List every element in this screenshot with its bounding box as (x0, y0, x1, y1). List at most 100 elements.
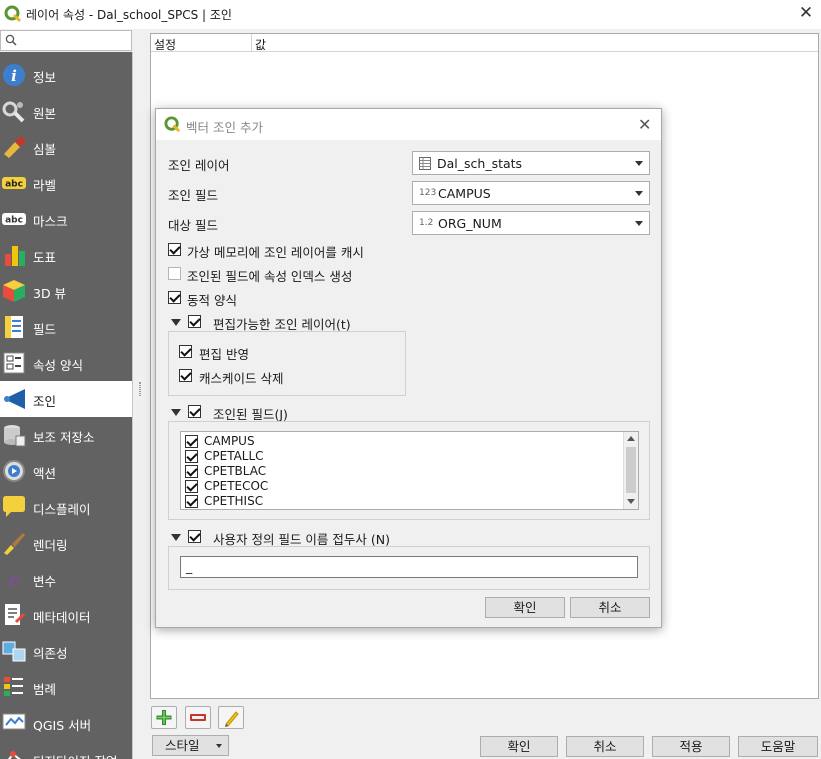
joins-icon (4, 389, 25, 409)
collapse-triangle-icon[interactable] (171, 534, 181, 541)
column-header-setting[interactable]: 설정 (154, 36, 176, 53)
chevron-down-icon (635, 191, 643, 196)
ok-button[interactable]: 확인 (480, 736, 558, 757)
target-field-combobox[interactable]: 1.2 ORG_NUM (412, 211, 650, 235)
dialog-title-bar: 벡터 조인 추가 ✕ (156, 109, 661, 140)
collapse-triangle-icon[interactable] (171, 319, 181, 326)
dialog-title: 벡터 조인 추가 (186, 120, 263, 135)
edit-join-button[interactable] (218, 706, 244, 729)
legend-icon (4, 677, 23, 696)
apply-button[interactable]: 적용 (652, 736, 730, 757)
field-prefix-input[interactable]: _ (180, 556, 638, 578)
cache-join-layer-checkbox[interactable] (168, 243, 181, 256)
sidebar-item-dependencies[interactable]: 의존성 (0, 633, 132, 669)
sidebar-search-input[interactable] (0, 30, 132, 51)
splitter-grip (139, 382, 141, 396)
auxiliary-storage-icon (4, 425, 26, 447)
dialog-close-button[interactable]: ✕ (638, 115, 651, 134)
dialog-cancel-button[interactable]: 취소 (570, 597, 650, 618)
sidebar-item-3d-view[interactable]: 3D 뷰 (0, 273, 132, 309)
cancel-button[interactable]: 취소 (566, 736, 644, 757)
qgis-logo-icon (4, 5, 22, 23)
joined-fields-list[interactable]: CAMPUS CPETALLC CPETBLAC CPETECOC CPETHI… (180, 431, 639, 510)
scroll-up-icon[interactable] (627, 436, 635, 441)
cascade-delete-checkbox[interactable] (179, 369, 192, 382)
dependencies-icon (2, 641, 26, 662)
sidebar-item-digitizing[interactable]: 디지타이징 작업 (0, 741, 132, 759)
sidebar-splitter[interactable] (132, 52, 149, 759)
field-checkbox[interactable] (185, 495, 198, 508)
sidebar-item-fields[interactable]: 필드 (0, 309, 132, 345)
dynamic-form-label: 동적 양식 (187, 293, 237, 308)
create-index-label: 조인된 필드에 속성 인덱스 생성 (187, 269, 353, 284)
scrollbar-thumb[interactable] (626, 447, 636, 493)
attributes-form-icon (3, 352, 25, 374)
sidebar-item-joins[interactable]: 조인 (0, 381, 132, 417)
sidebar-item-mask[interactable]: abc 마스크 (0, 201, 132, 237)
search-icon (5, 34, 17, 46)
info-icon: i (3, 64, 25, 86)
add-vector-join-dialog: 벡터 조인 추가 ✕ 조인 레이어 Dal_sch_stats 조인 필드 12… (155, 108, 662, 628)
upsert-on-edit-checkbox[interactable] (179, 345, 192, 358)
sidebar: i 정보 원본 심볼 abc 라벨 abc 마스크 도표 3D 뷰 필드 속성 … (0, 52, 132, 759)
diagram-icon (5, 246, 25, 266)
symbology-icon (4, 136, 26, 158)
metadata-icon (5, 604, 26, 625)
qgis-logo-icon (164, 116, 181, 133)
field-checkbox[interactable] (185, 480, 198, 493)
sidebar-item-source[interactable]: 원본 (0, 93, 132, 129)
sidebar-item-diagrams[interactable]: 도표 (0, 237, 132, 273)
decimal-type-icon: 1.2 (419, 218, 434, 228)
chevron-down-icon (216, 744, 222, 748)
list-scrollbar[interactable] (623, 432, 638, 509)
add-join-button[interactable] (151, 706, 177, 729)
style-dropdown-button[interactable]: 스타일 (152, 735, 229, 756)
sidebar-item-qgis-server[interactable]: QGIS 서버 (0, 705, 132, 741)
dynamic-form-checkbox[interactable] (168, 291, 181, 304)
remove-join-button[interactable] (185, 706, 211, 729)
field-checkbox[interactable] (185, 450, 198, 463)
sidebar-item-actions[interactable]: 액션 (0, 453, 132, 489)
labels-icon: abc (2, 177, 26, 190)
editable-options-group: 편집 반영 캐스케이드 삭제 (168, 331, 406, 396)
sidebar-item-display[interactable]: 디스플레이 (0, 489, 132, 525)
join-layer-combobox[interactable]: Dal_sch_stats (412, 151, 650, 175)
join-field-label: 조인 필드 (168, 188, 218, 203)
window-close-button[interactable]: ✕ (796, 3, 816, 23)
pencil-icon (225, 711, 239, 727)
integer-type-icon: 123 (419, 188, 437, 198)
display-icon (3, 496, 25, 517)
joined-fields-checkbox[interactable] (188, 405, 201, 418)
sidebar-item-legend[interactable]: 범례 (0, 669, 132, 705)
table-layer-icon (419, 157, 431, 170)
qgis-server-icon (2, 713, 26, 730)
sidebar-item-variables[interactable]: ε 변수 (0, 561, 132, 597)
sidebar-item-metadata[interactable]: 메타데이터 (0, 597, 132, 633)
editable-join-layer-checkbox[interactable] (188, 315, 201, 328)
field-checkbox[interactable] (185, 435, 198, 448)
sidebar-item-information[interactable]: i 정보 (0, 57, 132, 93)
column-header-value[interactable]: 값 (255, 36, 266, 53)
sidebar-item-auxiliary-storage[interactable]: 보조 저장소 (0, 417, 132, 453)
join-field-combobox[interactable]: 123 CAMPUS (412, 181, 650, 205)
window-title-bar: 레이어 속성 - Dal_school_SPCS | 조인 ✕ (0, 0, 821, 29)
chevron-down-icon (635, 161, 643, 166)
join-layer-value: Dal_sch_stats (437, 156, 523, 171)
custom-prefix-checkbox[interactable] (188, 530, 201, 543)
svg-text:ε: ε (9, 567, 20, 591)
3d-view-icon (3, 280, 25, 302)
window-title: 레이어 속성 - Dal_school_SPCS | 조인 (26, 8, 232, 22)
sidebar-item-attributes-form[interactable]: 속성 양식 (0, 345, 132, 381)
sidebar-item-labels[interactable]: abc 라벨 (0, 165, 132, 201)
collapse-triangle-icon[interactable] (171, 409, 181, 416)
scroll-down-icon[interactable] (627, 499, 635, 504)
field-checkbox[interactable] (185, 465, 198, 478)
rendering-icon (4, 533, 25, 555)
sidebar-item-symbology[interactable]: 심볼 (0, 129, 132, 165)
dialog-ok-button[interactable]: 확인 (485, 597, 565, 618)
create-index-checkbox[interactable] (168, 267, 181, 280)
join-layer-label: 조인 레이어 (168, 158, 230, 173)
help-button[interactable]: 도움말 (738, 736, 818, 757)
sidebar-item-rendering[interactable]: 렌더링 (0, 525, 132, 561)
actions-icon (3, 460, 25, 482)
